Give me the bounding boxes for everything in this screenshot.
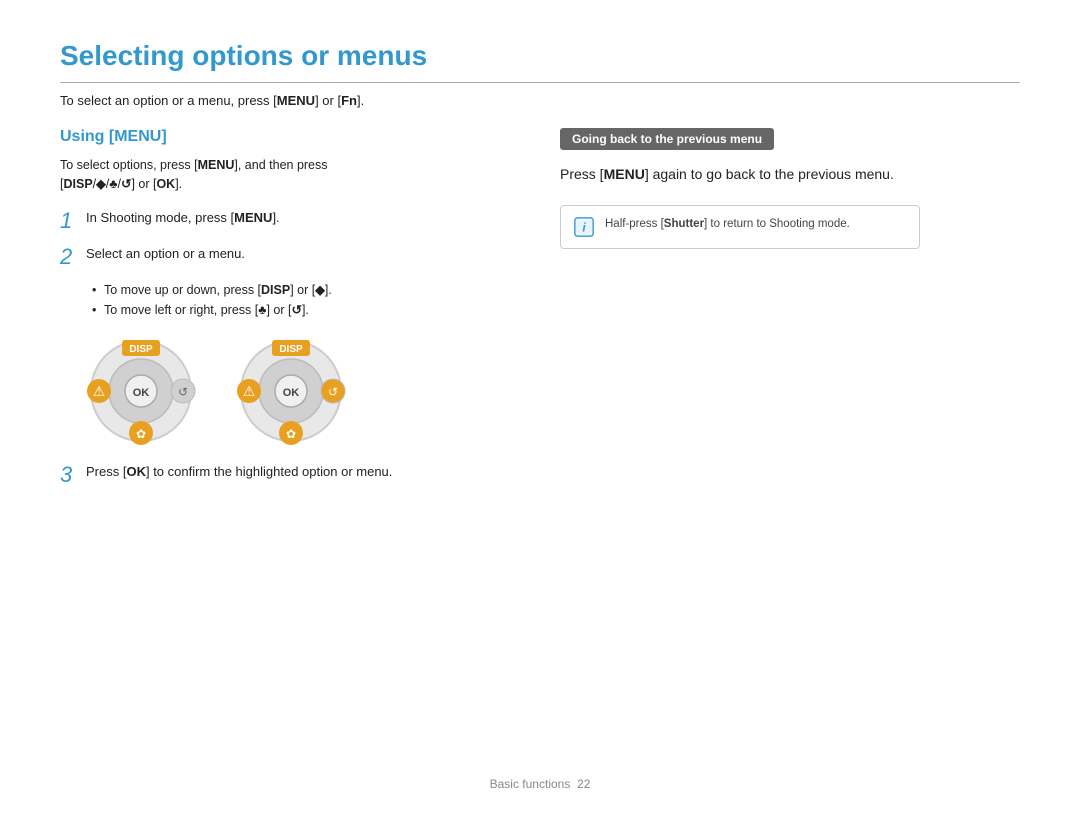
svg-text:✿: ✿	[286, 427, 296, 441]
svg-text:↺: ↺	[178, 385, 188, 399]
svg-text:⚠: ⚠	[243, 383, 256, 399]
two-col-layout: Using [MENU] To select options, press [M…	[60, 128, 1020, 499]
note-icon: i	[573, 216, 595, 238]
bullet-2: To move left or right, press [♣] or [↺].	[92, 300, 520, 320]
step-1: 1 In Shooting mode, press [MENU].	[60, 208, 520, 234]
step-3-text: Press [OK] to confirm the highlighted op…	[86, 462, 392, 482]
step-3: 3 Press [OK] to confirm the highlighted …	[60, 462, 520, 488]
top-divider	[60, 82, 1020, 83]
page-title: Selecting options or menus	[60, 40, 1020, 72]
step-1-text: In Shooting mode, press [MENU].	[86, 208, 280, 228]
bullet-1: To move up or down, press [DISP] or [◆].	[92, 280, 520, 300]
footer-page: 22	[577, 777, 590, 791]
step-1-number: 1	[60, 208, 78, 234]
svg-text:⚠: ⚠	[93, 383, 106, 399]
svg-text:DISP: DISP	[129, 344, 153, 355]
left-column: Using [MENU] To select options, press [M…	[60, 128, 520, 499]
dial-2: OK DISP ⚠ ✿ ↺	[236, 336, 346, 446]
step-2-text: Select an option or a menu.	[86, 244, 245, 264]
step-2-number: 2	[60, 244, 78, 270]
right-column: Going back to the previous menu Press [M…	[560, 128, 1020, 499]
svg-text:DISP: DISP	[279, 344, 303, 355]
footer-label: Basic functions	[490, 777, 571, 791]
dial-diagrams: OK DISP ⚠ ✿ ↺	[86, 336, 520, 446]
svg-text:✿: ✿	[136, 427, 146, 441]
svg-text:OK: OK	[133, 387, 150, 399]
step-2: 2 Select an option or a menu.	[60, 244, 520, 270]
bullet-list: To move up or down, press [DISP] or [◆].…	[92, 280, 520, 320]
page: Selecting options or menus To select an …	[0, 0, 1080, 815]
svg-text:OK: OK	[283, 387, 300, 399]
section-desc: To select options, press [MENU], and the…	[60, 156, 520, 194]
note-text: Half-press [Shutter] to return to Shooti…	[605, 216, 850, 233]
using-menu-title: Using [MENU]	[60, 128, 520, 146]
tab-header: Going back to the previous menu	[560, 128, 774, 150]
top-description: To select an option or a menu, press [ME…	[60, 93, 1020, 108]
dial-1: OK DISP ⚠ ✿ ↺	[86, 336, 196, 446]
note-box: i Half-press [Shutter] to return to Shoo…	[560, 205, 920, 249]
press-menu-text: Press [MENU] again to go back to the pre…	[560, 164, 1020, 185]
svg-text:↺: ↺	[328, 385, 338, 399]
step-3-number: 3	[60, 462, 78, 488]
footer: Basic functions 22	[0, 777, 1080, 791]
